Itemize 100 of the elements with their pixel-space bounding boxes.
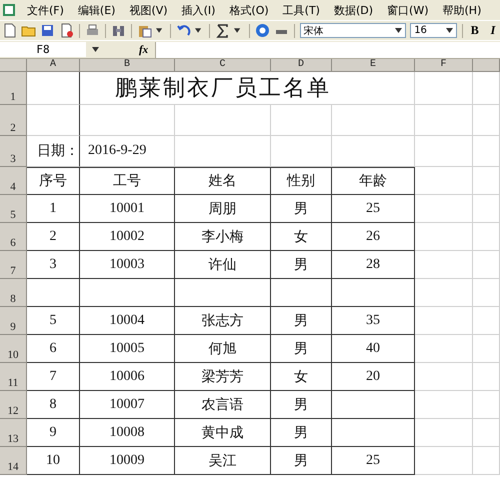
row-header[interactable]: 6 <box>0 223 27 251</box>
table-cell: 姓名 <box>175 167 271 195</box>
menu-item[interactable]: 窗口(W) <box>380 2 436 18</box>
table-cell <box>473 195 500 223</box>
table-cell: 梁芳芳 <box>175 363 271 391</box>
row-header[interactable]: 12 <box>0 391 27 419</box>
save-icon[interactable] <box>40 23 55 38</box>
table-cell: 20 <box>332 363 415 391</box>
table-cell <box>415 251 473 279</box>
help-icon[interactable] <box>254 23 270 38</box>
table-cell: 10003 <box>80 251 175 279</box>
bold-button[interactable]: B <box>468 23 482 38</box>
menu-item[interactable]: 视图(V) <box>122 2 175 18</box>
table-cell <box>415 307 473 335</box>
menu-item[interactable]: 编辑(E) <box>70 2 122 18</box>
table-cell <box>415 447 473 475</box>
name-box[interactable]: F8 <box>0 42 86 57</box>
dropdown-arrow-icon[interactable] <box>446 28 453 33</box>
table-cell <box>271 136 332 167</box>
sum-icon[interactable] <box>215 23 230 38</box>
table-cell: 周朋 <box>175 195 271 223</box>
table-cell <box>415 335 473 363</box>
table-cell: 3 <box>27 251 80 279</box>
column-header[interactable]: F <box>415 59 473 72</box>
row-header[interactable]: 5 <box>0 195 27 223</box>
table-cell: 10009 <box>80 447 175 475</box>
table-cell <box>271 279 332 307</box>
document-icon[interactable] <box>59 23 74 38</box>
menu-item[interactable]: 格式(O) <box>222 2 276 18</box>
table-cell <box>27 279 80 307</box>
dropdown-arrow-icon[interactable] <box>234 28 241 33</box>
row-header[interactable]: 4 <box>0 167 27 195</box>
table-cell <box>473 251 500 279</box>
new-file-icon[interactable] <box>2 23 17 38</box>
row-header[interactable]: 3 <box>0 136 27 167</box>
row-header[interactable]: 10 <box>0 335 27 363</box>
table-cell <box>415 419 473 447</box>
printer-icon[interactable] <box>85 23 100 38</box>
table-cell <box>473 419 500 447</box>
table-cell <box>27 105 80 136</box>
italic-button[interactable]: I <box>486 23 500 38</box>
table-cell <box>473 105 500 136</box>
font-name-field[interactable]: 宋体 <box>300 23 406 38</box>
table-cell: 2 <box>27 223 80 251</box>
table-cell <box>415 72 473 105</box>
dropdown-arrow-icon[interactable] <box>92 47 99 52</box>
row-header[interactable]: 9 <box>0 307 27 335</box>
table-cell: 10002 <box>80 223 175 251</box>
sheet-title: 鹏莱制衣厂员工名单 <box>80 72 415 105</box>
row-header[interactable]: 8 <box>0 279 27 307</box>
row-header[interactable]: 14 <box>0 447 27 475</box>
column-header[interactable]: E <box>332 59 415 72</box>
table-cell: 女 <box>271 223 332 251</box>
table-cell: 2016-9-29 <box>80 136 175 167</box>
table-cell: 男 <box>271 419 332 447</box>
menu-item[interactable]: 文件(F) <box>20 2 71 18</box>
clipboard-icon[interactable] <box>137 23 152 38</box>
column-header[interactable]: D <box>271 59 332 72</box>
table-cell <box>415 105 473 136</box>
table-cell <box>271 105 332 136</box>
undo-icon[interactable] <box>176 23 192 38</box>
table-cell: 28 <box>332 251 415 279</box>
column-header[interactable]: C <box>175 59 271 72</box>
table-cell <box>473 136 500 167</box>
menu-item[interactable]: 数据(D) <box>326 2 380 18</box>
table-cell <box>473 391 500 419</box>
function-label[interactable]: fx <box>139 44 155 56</box>
menu-item[interactable]: 插入(I) <box>174 2 222 18</box>
row-header[interactable]: 13 <box>0 419 27 447</box>
table-cell: 男 <box>271 307 332 335</box>
formula-field[interactable] <box>155 42 500 58</box>
column-header[interactable]: A <box>27 59 80 72</box>
row-header[interactable]: 11 <box>0 363 27 391</box>
dropdown-arrow-icon[interactable] <box>156 28 162 33</box>
dropdown-arrow-icon[interactable] <box>395 28 402 33</box>
table-cell: 李小梅 <box>175 223 271 251</box>
font-size-field[interactable]: 16 <box>410 23 457 38</box>
table-cell: 男 <box>271 391 332 419</box>
table-cell: 6 <box>27 335 80 363</box>
table-cell: 10008 <box>80 419 175 447</box>
menu-item[interactable]: 工具(T) <box>276 2 327 18</box>
table-cell <box>27 72 80 105</box>
table-cell: 10004 <box>80 307 175 335</box>
row-header[interactable]: 7 <box>0 251 27 279</box>
row-header[interactable]: 2 <box>0 105 27 136</box>
row-header[interactable]: 1 <box>0 72 27 105</box>
table-cell <box>473 279 500 307</box>
spreadsheet-icon[interactable] <box>2 3 16 17</box>
table-cell: 年龄 <box>332 167 415 195</box>
table-cell: 10001 <box>80 195 175 223</box>
table-cell <box>415 223 473 251</box>
table-cell: 10006 <box>80 363 175 391</box>
dropdown-arrow-icon[interactable] <box>195 28 202 33</box>
column-header[interactable]: B <box>80 59 175 72</box>
table-cell: 9 <box>27 419 80 447</box>
table-cell <box>473 363 500 391</box>
table-cell: 1 <box>27 195 80 223</box>
menu-item[interactable]: 帮助(H) <box>436 2 488 18</box>
table-cell <box>473 335 500 363</box>
table-cell <box>473 307 500 335</box>
